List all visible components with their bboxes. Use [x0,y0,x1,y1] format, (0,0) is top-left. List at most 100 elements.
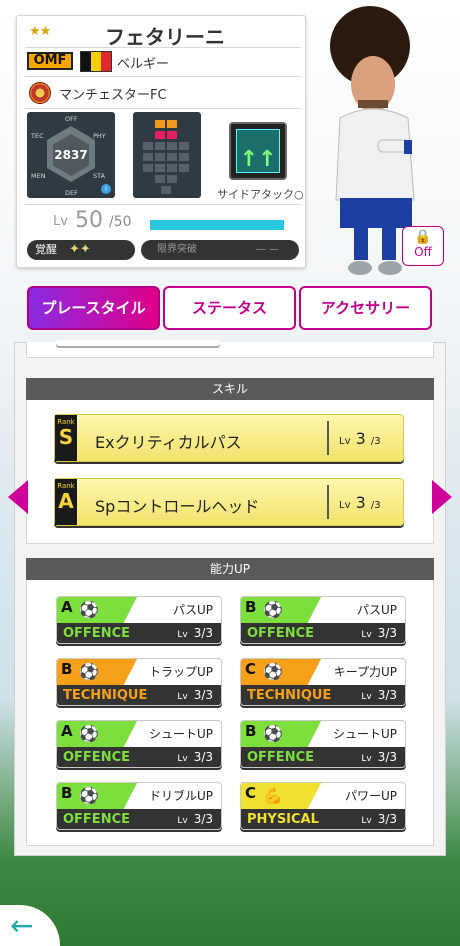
position-badge: OMF [27,52,73,70]
ability-icon: 💪 [263,786,283,805]
skill-name: Spコントロールヘッド [95,497,260,516]
info-icon[interactable]: i [101,184,111,194]
belgium-flag-icon [80,51,112,72]
club-label: マンチェスターFC [59,88,167,103]
ability-card[interactable]: B ⚽ パスUP OFFENCE Lv 3/3 [240,596,406,644]
ability-level: Lv 3/3 [177,812,213,826]
back-arrow-icon[interactable]: ← [0,905,60,946]
ability-card[interactable]: A ⚽ シュートUP OFFENCE Lv 3/3 [56,720,222,768]
ability-name: トラップUP [148,665,213,679]
ability-level: Lv 3/3 [361,688,397,702]
level-value: 50 [75,208,103,233]
radar-label-men: MEN [31,172,46,180]
level-progress-bar [150,220,284,230]
ability-card[interactable]: B ⚽ シュートUP OFFENCE Lv 3/3 [240,720,406,768]
rank-badge: Rank A [55,479,77,525]
divider [25,76,301,77]
ability-name: キープ力UP [333,665,397,679]
ability-icon: ⚽ [79,786,99,805]
divider [25,108,301,109]
country-label: ベルギー [117,57,170,72]
ability-card[interactable]: C ⚽ キープ力UP TECHNIQUE Lv 3/3 [240,658,406,706]
radar-label-tec: TEC [31,132,44,140]
awakening-diamond-icon: ✦✦ [69,242,91,257]
ability-category: TECHNIQUE [247,688,332,703]
ability-rank: B [245,722,257,740]
awakening-label: 覚醒 [35,243,57,256]
ability-name: ドリブルUP [148,789,213,803]
stat-radar[interactable]: OFF PHY STA DEF MEN TEC 2837 i [27,112,115,198]
ability-rank: C [245,660,257,678]
ability-level: Lv 3/3 [361,750,397,764]
ability-name: パスUP [172,603,213,617]
radar-label-phy: PHY [93,132,106,140]
awakening-bar: 覚醒 ✦✦ [27,240,135,260]
side-attack-arrows-icon: ↑↑ [236,129,280,173]
ability-icon: ⚽ [79,600,99,619]
skill-card[interactable]: Rank S Exクリティカルパス Lv 3 /3 [54,414,404,462]
skill-level: Lv 3 /3 [339,493,381,512]
ability-level: Lv 3/3 [361,626,397,640]
ability-card[interactable]: C 💪 パワーUP PHYSICAL Lv 3/3 [240,782,406,830]
ability-card[interactable]: B ⚽ ドリブルUP OFFENCE Lv 3/3 [56,782,222,830]
lock-icon: 🔒 [414,229,432,245]
radar-label-def: DEF [65,189,78,197]
ability-category: OFFENCE [63,626,130,641]
ability-category: OFFENCE [247,750,314,765]
ability-icon: ⚽ [263,724,283,743]
divider [327,485,329,519]
total-rating: 2837 [54,148,88,162]
ability-category: TECHNIQUE [63,688,148,703]
ability-card[interactable]: A ⚽ パスUP OFFENCE Lv 3/3 [56,596,222,644]
avatar-lock-toggle[interactable]: 🔒 Off [402,226,444,266]
level-max: /50 [109,214,132,230]
ability-rank: B [61,660,73,678]
skill-name: Exクリティカルパス [95,433,242,452]
limit-break-value: — — [255,244,279,255]
ability-level: Lv 3/3 [177,750,213,764]
ability-card[interactable]: B ⚽ トラップUP TECHNIQUE Lv 3/3 [56,658,222,706]
skills-title: スキル [26,378,434,400]
level-prefix: Lv [53,214,68,229]
ability-rank: A [61,598,73,616]
player-card: ★★ フェタリーニ OMF ベルギー マンチェスターFC OFF PHY STA… [16,15,306,268]
next-arrow-icon[interactable] [430,478,454,516]
ability-icon: ⚽ [263,600,283,619]
skill-level: Lv 3 /3 [339,429,381,448]
ability-level: Lv 3/3 [361,812,397,826]
scroll-remnant [56,340,220,346]
limit-break-label: 限界突破 [157,244,197,255]
radar-label-off: OFF [65,115,78,123]
tab-playstyle[interactable]: プレースタイル [27,286,160,330]
formation-map [133,112,201,198]
ability-category: OFFENCE [247,626,314,641]
ability-icon: ⚽ [263,662,283,681]
tab-accessory[interactable]: アクセサリー [299,286,432,330]
divider [25,47,301,48]
ability-rank: B [61,784,73,802]
ability-icon: ⚽ [79,662,99,681]
skill-card[interactable]: Rank A Spコントロールヘッド Lv 3 /3 [54,478,404,526]
play-skill-icon-box[interactable]: ↑↑ [229,122,287,180]
tab-status[interactable]: ステータス [163,286,296,330]
divider [327,421,329,455]
ability-category: OFFENCE [63,812,130,827]
ability-icon: ⚽ [79,724,99,743]
club-crest-icon [29,82,51,104]
rank-badge: Rank S [55,415,77,461]
ability-category: PHYSICAL [247,812,319,827]
radar-label-sta: STA [93,172,106,180]
ability-rank: B [245,598,257,616]
ability-level: Lv 3/3 [177,626,213,640]
rarity-stars: ★★ [29,24,51,39]
play-skill-label: サイドアタック○ [217,188,304,201]
prev-arrow-icon[interactable] [6,478,30,516]
ability-name: シュートUP [148,727,213,741]
limit-break-bar: 限界突破 — — [141,240,299,260]
ability-name: パワーUP [344,789,397,803]
ability-level: Lv 3/3 [177,688,213,702]
ability-name: パスUP [356,603,397,617]
divider [25,204,301,205]
ability-rank: C [245,784,257,802]
ability-category: OFFENCE [63,750,130,765]
